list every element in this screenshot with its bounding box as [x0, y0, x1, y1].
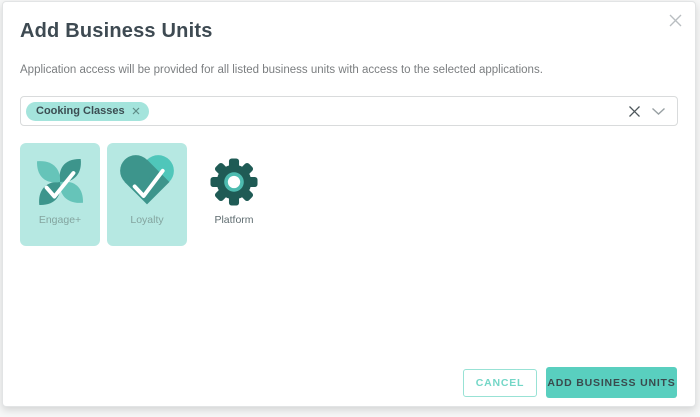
app-tile-engage[interactable]: Engage+	[20, 143, 100, 246]
app-tile-loyalty[interactable]: Loyalty	[107, 143, 187, 246]
applications-list: Engage+ Loyalty	[20, 143, 678, 246]
cancel-button[interactable]: CANCEL	[463, 369, 537, 397]
page-title: Add Business Units	[20, 19, 678, 44]
app-tile-label: Platform	[214, 214, 253, 226]
dialog-footer: CANCEL ADD BUSINESS UNITS	[463, 367, 677, 398]
add-business-units-dialog: Add Business Units Application access wi…	[2, 1, 696, 407]
gear-icon	[206, 154, 262, 210]
leaf-check-icon	[32, 154, 88, 210]
chip-label: Cooking Classes	[36, 105, 125, 117]
add-business-units-button[interactable]: ADD BUSINESS UNITS	[546, 367, 677, 398]
chevron-down-icon[interactable]	[651, 107, 666, 116]
clear-selection-icon[interactable]	[628, 105, 641, 118]
app-tile-label: Loyalty	[130, 214, 163, 226]
dialog-description: Application access will be provided for …	[20, 63, 678, 77]
chip-remove-icon[interactable]	[132, 107, 140, 115]
selected-business-unit-chip: Cooking Classes	[26, 102, 149, 121]
heart-check-icon	[119, 154, 175, 210]
app-tile-label: Engage+	[39, 214, 81, 226]
business-units-select[interactable]: Cooking Classes	[20, 96, 678, 126]
app-tile-platform[interactable]: Platform	[194, 143, 274, 246]
